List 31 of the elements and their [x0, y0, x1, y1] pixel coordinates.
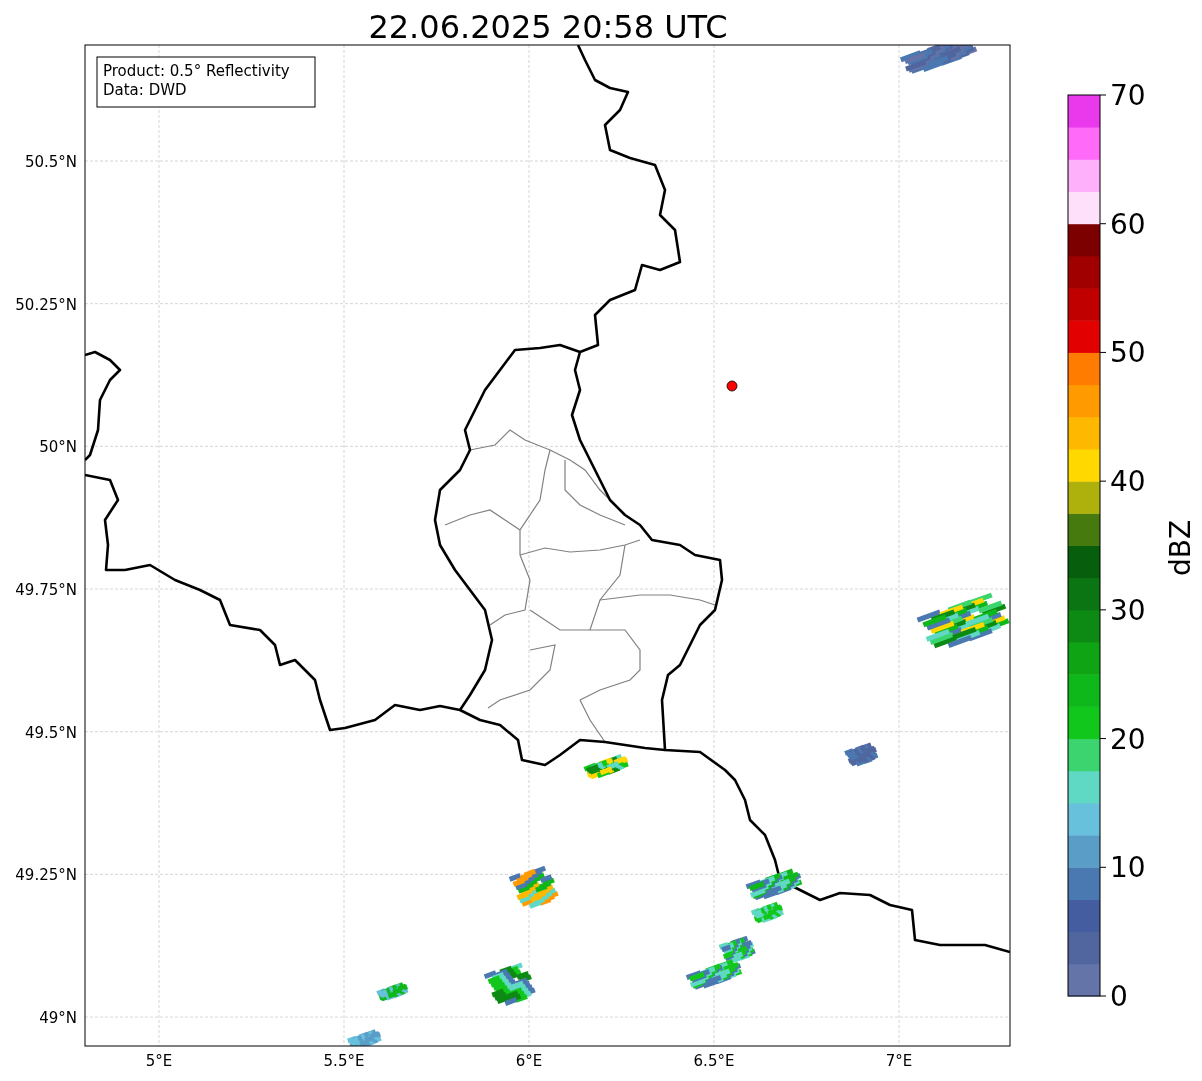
longitude-label: 6.5°E [693, 1052, 735, 1070]
info-text: Data: DWD [103, 81, 187, 99]
radar-echo-drawing [844, 742, 879, 767]
chart-title: 22.06.2025 20:58 UTC [368, 8, 728, 46]
colorbar-tick-label: 10 [1110, 851, 1146, 885]
latitude-label: 49°N [39, 1009, 77, 1028]
radar-echo-drawing [483, 962, 536, 1006]
longitude-label: 5.5°E [323, 1052, 365, 1070]
latitude-label: 49.75°N [15, 581, 77, 600]
colorbar-tick-label: 20 [1110, 722, 1146, 756]
colorbar-tick-label: 40 [1110, 465, 1146, 499]
radar-echo-drawing [347, 1029, 382, 1046]
radar-echo-drawing [583, 754, 629, 780]
info-text: Product: 0.5° Reflectivity [103, 62, 290, 80]
latitude-label: 50.5°N [24, 153, 77, 171]
latitude-label: 49.5°N [24, 723, 77, 742]
longitude-label: 6°E [515, 1052, 543, 1070]
radar-echo-drawing [376, 982, 409, 1002]
latitude-label: 50°N [39, 438, 77, 457]
longitude-label: 7°E [885, 1052, 913, 1070]
longitude-label: 5°E [145, 1052, 173, 1070]
radar-echo-drawing [508, 865, 559, 909]
radar-site-marker [726, 380, 738, 392]
colorbar-tick-label: 60 [1110, 207, 1146, 241]
colorbar-tick-label: 70 [1110, 79, 1146, 112]
colorbar-tick-label: 50 [1110, 336, 1146, 370]
latitude-label: 49.25°N [15, 866, 77, 885]
colorbar-tick-label: 0 [1110, 980, 1128, 1013]
latitude-label: 50.25°N [15, 295, 77, 314]
colorbar-label: dBZ [1164, 519, 1197, 577]
colorbar-tick-label: 30 [1110, 593, 1146, 627]
